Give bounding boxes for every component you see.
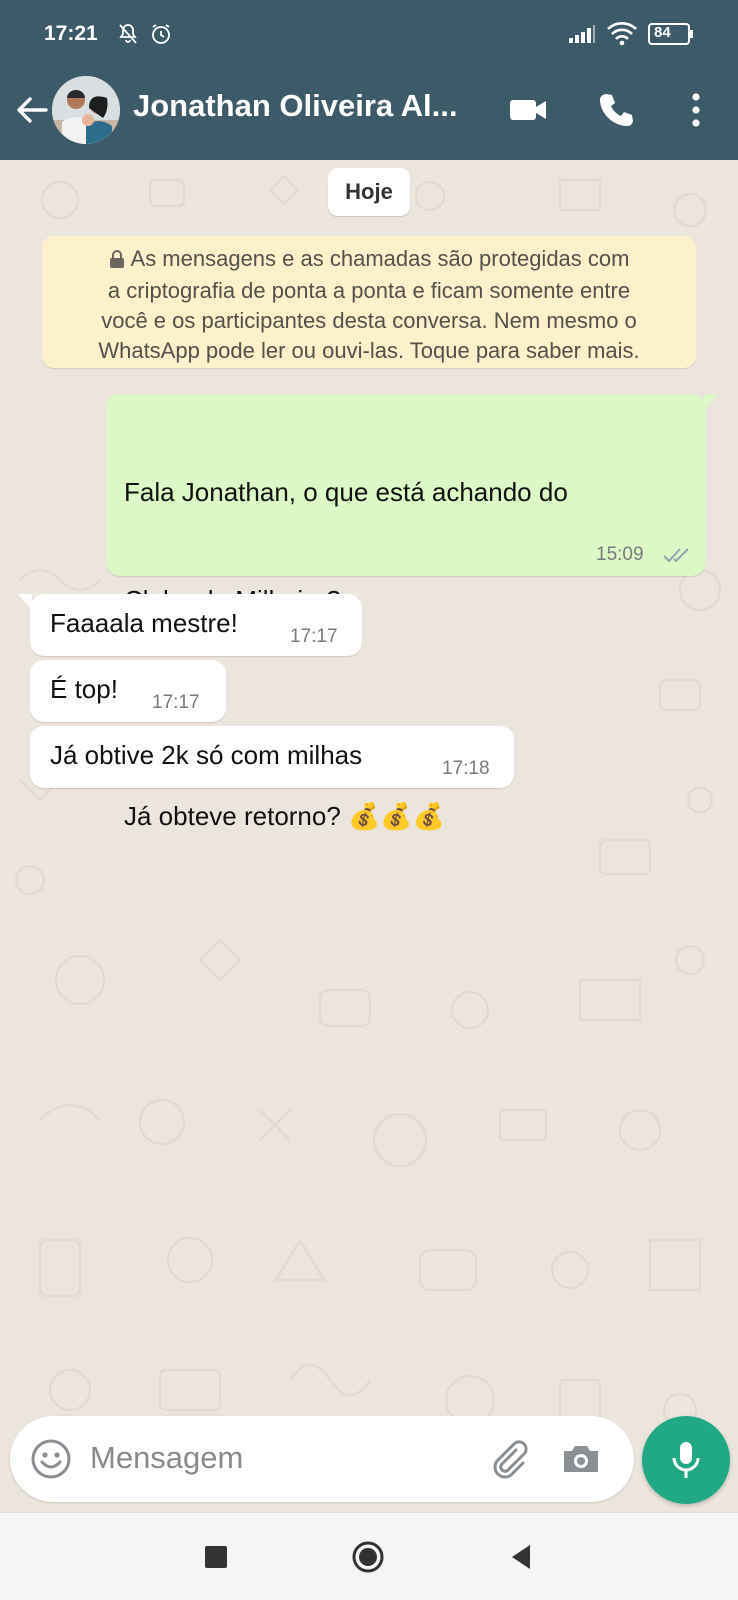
status-time: 17:21 [44,22,98,45]
outgoing-message[interactable]: Fala Jonathan, o que está achando do Clu… [106,394,718,831]
signal-icon [568,24,596,49]
more-vert-icon[interactable] [672,86,720,134]
mic-icon [672,1442,700,1478]
message-input[interactable]: Mensagem [90,1440,243,1476]
message-text: Já obtive 2k só com milhas [50,740,363,770]
phone-icon[interactable] [592,86,640,134]
encryption-line-2: a criptografia de ponta a ponta e ficam … [107,278,631,303]
system-nav-bar [0,1512,738,1600]
bubble-tail [18,594,32,610]
contact-name[interactable]: Jonathan Oliveira Al... [133,88,473,124]
status-bar: 17:21 84 [0,0,738,68]
chat-area[interactable]: Hoje As mensagens e as chamadas são prot… [0,160,738,1512]
video-call-icon[interactable] [504,86,552,134]
incoming-message[interactable]: Faaaala mestre! 17:17 [18,594,362,656]
message-time: 17:17 [290,626,338,647]
battery-level: 84 [654,24,671,41]
alarm-icon [149,22,173,51]
back-nav-icon[interactable] [504,1539,540,1575]
message-time: 17:18 [442,758,490,779]
voice-message-button[interactable] [642,1416,730,1504]
attach-icon[interactable] [486,1436,532,1482]
back-arrow-icon[interactable] [12,90,52,130]
encryption-line-4: WhatsApp pode ler ou ouvi-las. Toque par… [98,338,640,363]
message-time: 15:09 [596,544,644,565]
chat-header: Jonathan Oliveira Al... [0,68,738,160]
emoji-icon[interactable] [28,1436,74,1482]
message-text: É top! [50,674,118,704]
bell-off-icon [116,22,140,51]
home-icon[interactable] [350,1539,386,1575]
double-check-icon [662,542,694,573]
recents-icon[interactable] [198,1539,234,1575]
battery-icon: 84 [648,23,694,50]
contact-avatar[interactable] [52,76,120,144]
lock-icon [109,246,125,276]
message-text: Faaaala mestre! [50,608,238,638]
bubble-tail [704,394,718,410]
message-time: 17:17 [152,692,200,713]
wifi-icon [606,20,638,51]
camera-icon[interactable] [558,1436,604,1482]
encryption-line-1: As mensagens e as chamadas são protegida… [60,244,678,276]
incoming-message[interactable]: Já obtive 2k só com milhas 17:18 [30,726,514,788]
encryption-line-3: você e os participantes desta conversa. … [101,308,637,333]
message-composer[interactable]: Mensagem [10,1416,634,1502]
date-chip: Hoje [328,168,410,216]
encryption-notice[interactable]: As mensagens e as chamadas são protegida… [42,236,696,368]
incoming-message[interactable]: É top! 17:17 [30,660,226,722]
